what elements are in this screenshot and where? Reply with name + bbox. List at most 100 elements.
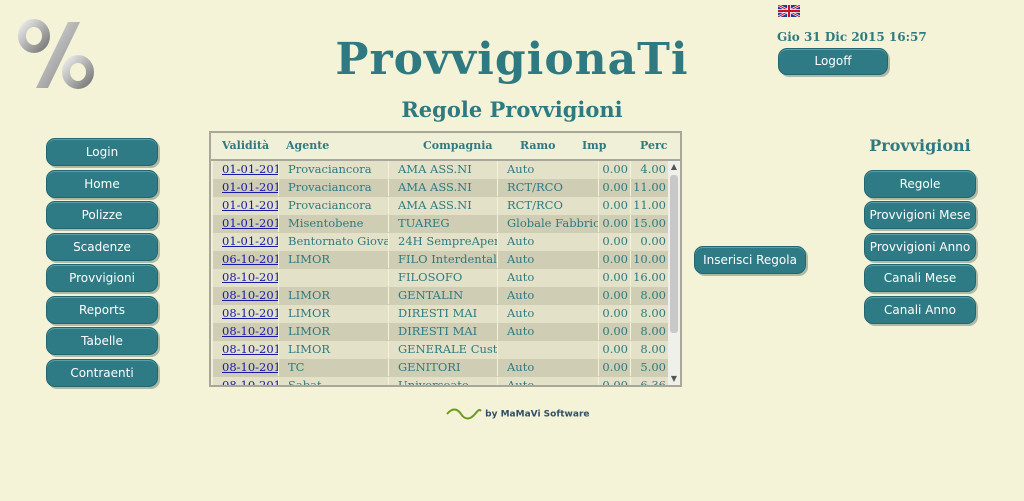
cell-company: 24H SempreAperta xyxy=(390,233,498,250)
header-compagnia: Compagnia xyxy=(423,139,493,152)
rule-date-link[interactable]: 01-01-2010 xyxy=(213,161,279,178)
cell-ramo: Globale Fabbricati xyxy=(499,215,599,232)
cell-company: FILOSOFO xyxy=(390,269,498,286)
cell-perc: 10.00 xyxy=(633,252,666,266)
cell-company: GENERALE Custer xyxy=(390,341,498,358)
cell-perc: 11.00 xyxy=(633,180,666,194)
cell-perc: 8.00 xyxy=(640,306,666,320)
scroll-up-icon[interactable]: ▲ xyxy=(668,161,680,173)
cell-perc: 8.00 xyxy=(640,342,666,356)
table-row[interactable]: 01-01-2010ProvaciancoraAMA ASS.NIAuto0.0… xyxy=(213,161,668,179)
table-scrollbar[interactable]: ▲ ▼ xyxy=(668,161,680,385)
rule-date-link[interactable]: 08-10-2010 xyxy=(213,341,279,358)
side-regole-button[interactable]: Regole xyxy=(864,170,976,198)
rule-date-link[interactable]: 01-01-2010 xyxy=(213,233,279,250)
scroll-thumb[interactable] xyxy=(670,175,678,333)
cell-agent: LIMOR xyxy=(280,323,389,340)
cell-agent: Provaciancora xyxy=(280,161,389,178)
cell-company: GENTALIN xyxy=(390,287,498,304)
cell-agent: Provaciancora xyxy=(280,179,389,196)
cell-ramo: Auto xyxy=(499,359,599,376)
insert-rule-button[interactable]: Inserisci Regola xyxy=(694,246,806,274)
side-provvigioni-mese-button[interactable]: Provvigioni Mese xyxy=(864,201,976,229)
rule-date-link[interactable]: 01-01-2010 xyxy=(213,179,279,196)
table-row[interactable]: 08-10-2010LIMORGENTALINAuto0.00 8.00 xyxy=(213,287,668,305)
cell-company: GENITORI xyxy=(390,359,498,376)
cell-ramo: Auto xyxy=(499,251,599,268)
nav-scadenze-button[interactable]: Scadenze xyxy=(46,233,158,261)
rule-date-link[interactable]: 08-10-2010 xyxy=(213,305,279,322)
nav-contraenti-button[interactable]: Contraenti xyxy=(46,359,158,387)
nav-login-button[interactable]: Login xyxy=(46,138,158,166)
nav-polizze-button[interactable]: Polizze xyxy=(46,201,158,229)
table-row[interactable]: 08-10-2010 FILOSOFOAuto0.0016.00 xyxy=(213,269,668,287)
cell-imp: 0.00 xyxy=(600,341,631,358)
cell-imp: 0.00 xyxy=(600,287,631,304)
table-row[interactable]: 08-10-2010LIMORGENERALE Custer 0.00 8.00 xyxy=(213,341,668,359)
rule-date-link[interactable]: 08-10-2010 xyxy=(213,323,279,340)
rule-date-link[interactable]: 08-10-2010 xyxy=(213,287,279,304)
table-row[interactable]: 08-10-2010LIMORDIRESTI MAIAuto0.00 8.00 xyxy=(213,323,668,341)
cell-imp: 0.00 xyxy=(600,359,631,376)
cell-imp: 0.00 xyxy=(600,179,631,196)
cell-company: Universoato xyxy=(390,377,498,385)
table-row[interactable]: 08-10-2010SabatUniversoatoAuto0.00 6.36 xyxy=(213,377,668,385)
scroll-down-icon[interactable]: ▼ xyxy=(668,373,680,385)
table-body[interactable]: 01-01-2010ProvaciancoraAMA ASS.NIAuto0.0… xyxy=(213,161,668,385)
cell-imp: 0.00 xyxy=(600,305,631,322)
header-validita: Validità xyxy=(222,139,270,152)
side-canali-anno-button[interactable]: Canali Anno xyxy=(864,296,976,324)
table-row[interactable]: 01-01-2010ProvaciancoraAMA ASS.NIRCT/RCO… xyxy=(213,179,668,197)
cell-perc: 15.00 xyxy=(633,216,666,230)
table-header: Validità Agente Compagnia Ramo Imp Perc xyxy=(211,133,680,161)
table-row[interactable]: 08-10-2010LIMORDIRESTI MAIAuto0.00 8.00 xyxy=(213,305,668,323)
rule-date-link[interactable]: 01-01-2010 xyxy=(213,215,279,232)
header-perc: Perc xyxy=(640,139,668,152)
table-row[interactable]: 06-10-2010LIMORFILO InterdentaleAuto0.00… xyxy=(213,251,668,269)
cell-ramo: Auto xyxy=(499,161,599,178)
cell-ramo xyxy=(499,341,599,358)
rule-date-link[interactable]: 08-10-2010 xyxy=(213,269,279,286)
rules-table: Validità Agente Compagnia Ramo Imp Perc … xyxy=(209,131,682,387)
cell-agent: LIMOR xyxy=(280,341,389,358)
cell-imp: 0.00 xyxy=(600,215,631,232)
wave-logo-icon xyxy=(446,408,482,420)
cell-ramo: Auto xyxy=(499,377,599,385)
cell-company: DIRESTI MAI xyxy=(390,305,498,322)
uk-flag-icon[interactable] xyxy=(777,2,801,19)
table-row[interactable]: 01-01-2010MisentobeneTUAREGGlobale Fabbr… xyxy=(213,215,668,233)
table-row[interactable]: 01-01-2010ProvaciancoraAMA ASS.NIRCT/RCO… xyxy=(213,197,668,215)
nav-home-button[interactable]: Home xyxy=(46,170,158,198)
current-datetime: Gio 31 Dic 2015 16:57 xyxy=(777,30,927,44)
logoff-button[interactable]: Logoff xyxy=(778,48,888,75)
rule-date-link[interactable]: 06-10-2010 xyxy=(213,251,279,268)
cell-company: TUAREG xyxy=(390,215,498,232)
nav-tabelle-button[interactable]: Tabelle xyxy=(46,327,158,355)
cell-perc: 5.00 xyxy=(640,360,666,374)
cell-company: FILO Interdentale xyxy=(390,251,498,268)
cell-company: DIRESTI MAI xyxy=(390,323,498,340)
cell-perc: 11.00 xyxy=(633,198,666,212)
header-ramo: Ramo xyxy=(520,139,556,152)
cell-agent xyxy=(280,269,389,286)
footer-brand: by MaMaVi Software xyxy=(446,408,589,424)
side-provvigioni-anno-button[interactable]: Provvigioni Anno xyxy=(864,233,976,261)
header-agente: Agente xyxy=(286,139,330,152)
rule-date-link[interactable]: 08-10-2010 xyxy=(213,359,279,376)
table-row[interactable]: 01-01-2010Bentornato Giovanni24H SempreA… xyxy=(213,233,668,251)
cell-agent: Provaciancora xyxy=(280,197,389,214)
nav-reports-button[interactable]: Reports xyxy=(46,296,158,324)
side-title: Provvigioni xyxy=(869,136,971,155)
cell-ramo: Auto xyxy=(499,305,599,322)
cell-agent: Sabat xyxy=(280,377,389,385)
table-row[interactable]: 08-10-2010TCGENITORIAuto0.00 5.00 xyxy=(213,359,668,377)
cell-ramo: RCT/RCO xyxy=(499,179,599,196)
cell-perc: 6.36 xyxy=(640,378,666,385)
cell-perc: 8.00 xyxy=(640,324,666,338)
side-canali-mese-button[interactable]: Canali Mese xyxy=(864,264,976,292)
cell-ramo: Auto xyxy=(499,269,599,286)
rule-date-link[interactable]: 01-01-2010 xyxy=(213,197,279,214)
rule-date-link[interactable]: 08-10-2010 xyxy=(213,377,279,385)
nav-provvigioni-button[interactable]: Provvigioni xyxy=(46,264,158,292)
cell-ramo: Auto xyxy=(499,323,599,340)
